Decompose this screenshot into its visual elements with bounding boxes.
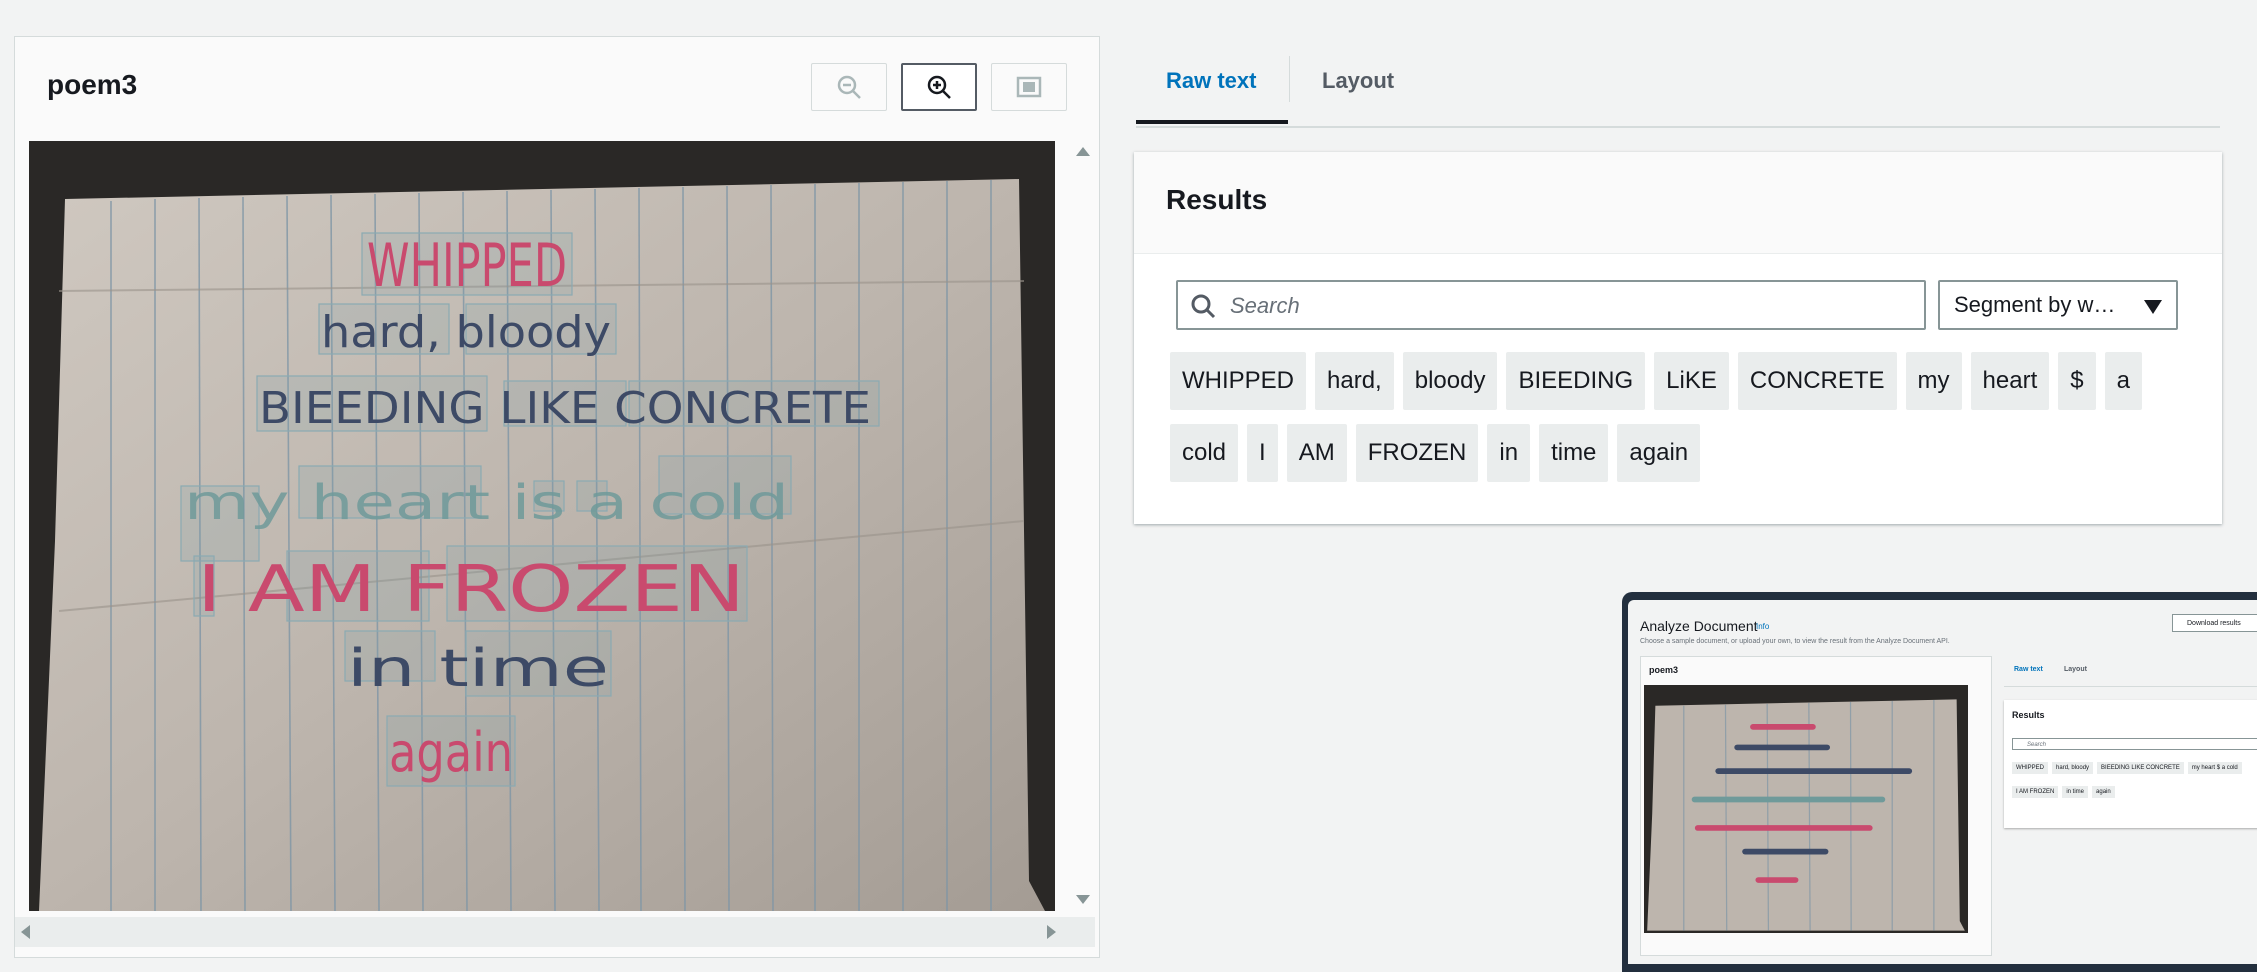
results-heading: Results (1134, 152, 2222, 254)
tab-layout[interactable]: Layout (1322, 68, 1394, 94)
handwriting-line-5: I AM FROZEN (197, 553, 745, 627)
scroll-down-icon[interactable] (1076, 895, 1090, 904)
preview-search: Search (2012, 738, 2257, 750)
horizontal-scrollbar[interactable] (15, 917, 1095, 947)
word-chip[interactable]: CONCRETE (1737, 352, 1897, 410)
preview-info-link: Info (1756, 622, 1770, 631)
zoom-in-button[interactable] (901, 63, 977, 111)
results-panel: Results Segment by w… WHIPPEDhard,bloody… (1134, 152, 2222, 524)
preview-subtitle: Choose a sample document, or upload your… (1640, 638, 1950, 645)
word-list: WHIPPED hard, bloody BIEEDING LiKE CONCRETE my… (1170, 352, 2190, 496)
preview-word: I AM FROZEN (2012, 786, 2059, 798)
zoom-out-icon (837, 75, 861, 99)
word-chip[interactable]: heart (1970, 352, 2050, 410)
word-chip[interactable]: $ (2058, 352, 2096, 410)
preview-download-button: Download results (2172, 614, 2257, 632)
handwriting-line-6: in time (347, 639, 609, 699)
word-chip[interactable]: BIEEDING (1506, 352, 1646, 410)
preview-results-heading: Results (2012, 710, 2045, 720)
document-panel: poem3 WHIPPED hard, bloody BIEEDING LIKE… (14, 36, 1100, 958)
word-chip[interactable]: AM (1286, 424, 1347, 482)
scroll-right-icon[interactable] (1047, 925, 1056, 939)
preview-word: WHIPPED (2012, 762, 2049, 774)
preview-results: Results Search WHIPPED hard, bloody BIEEDI… (2004, 700, 2257, 828)
preview-word: my heart $ a cold (2187, 762, 2242, 774)
document-title: poem3 (47, 69, 138, 100)
paper-sheet: WHIPPED hard, bloody BIEEDING LIKE CONCR… (39, 179, 1045, 911)
preview-word-list: WHIPPED hard, bloody BIEEDING LIKE CONCRET… (2012, 756, 2257, 804)
vertical-scrollbar[interactable] (1073, 141, 1093, 911)
preview-word: BIEEDING LIKE CONCRETE (2097, 762, 2184, 774)
preview-word: again (2092, 786, 2115, 798)
preview-screen: Analyze Document Info Choose a sample do… (1628, 600, 2257, 964)
handwriting-line-2: hard, bloody (321, 307, 611, 358)
tab-divider (1289, 56, 1290, 102)
word-chip[interactable]: in (1487, 424, 1531, 482)
preview-title: Analyze Document (1640, 618, 1758, 634)
caret-down-icon (2144, 300, 2162, 314)
segment-select-value: Segment by w… (1954, 292, 2116, 317)
word-chip[interactable]: time (1539, 424, 1609, 482)
handwriting-line-4: my heart is a cold (184, 475, 789, 531)
preview-document-image (1644, 685, 1968, 933)
fit-page-button[interactable] (991, 63, 1067, 111)
word-chip[interactable]: my (1905, 352, 1962, 410)
scroll-up-icon[interactable] (1076, 147, 1090, 156)
active-tab-indicator (1136, 120, 1288, 124)
word-chip[interactable]: WHIPPED (1170, 352, 1307, 410)
preview-tabs: Raw text Layout (2004, 660, 2257, 687)
fit-page-icon (1016, 76, 1042, 98)
preview-word: in time (2062, 786, 2089, 798)
scroll-left-icon[interactable] (21, 925, 30, 939)
tab-raw-text[interactable]: Raw text (1166, 68, 1256, 94)
preview-document-title: poem3 (1649, 665, 1679, 675)
handwriting-line-7: again (389, 721, 513, 784)
word-chip[interactable]: hard, (1315, 352, 1394, 410)
handwriting-line-1: WHIPPED (367, 231, 567, 301)
preview-tab-layout: Layout (2064, 666, 2087, 673)
word-chip[interactable]: I (1247, 424, 1278, 482)
word-chip[interactable]: bloody (1402, 352, 1498, 410)
zoom-out-button[interactable] (811, 63, 887, 111)
result-tabs: Raw text Layout (1136, 50, 2220, 128)
word-chip[interactable]: a (2104, 352, 2142, 410)
preview-thumbnail[interactable]: Analyze Document Info Choose a sample do… (1622, 592, 2257, 972)
word-chip[interactable]: LiKE (1654, 352, 1729, 410)
preview-word: hard, bloody (2052, 762, 2094, 774)
word-chip[interactable]: FROZEN (1355, 424, 1479, 482)
preview-paper (1647, 699, 1965, 931)
segment-select[interactable]: Segment by w… (1938, 280, 2178, 330)
search-box[interactable] (1176, 280, 1926, 330)
word-chip[interactable]: again (1617, 424, 1701, 482)
preview-tab-raw-text: Raw text (2014, 666, 2043, 673)
search-input[interactable] (1228, 282, 1912, 330)
document-image[interactable]: WHIPPED hard, bloody BIEEDING LIKE CONCR… (29, 141, 1055, 911)
zoom-in-icon (927, 75, 951, 99)
search-icon (1191, 294, 1216, 319)
handwriting-line-3: BIEEDING LIKE CONCRETE (259, 383, 871, 434)
preview-document-panel: poem3 (1640, 656, 1992, 956)
word-chip[interactable]: cold (1170, 424, 1239, 482)
